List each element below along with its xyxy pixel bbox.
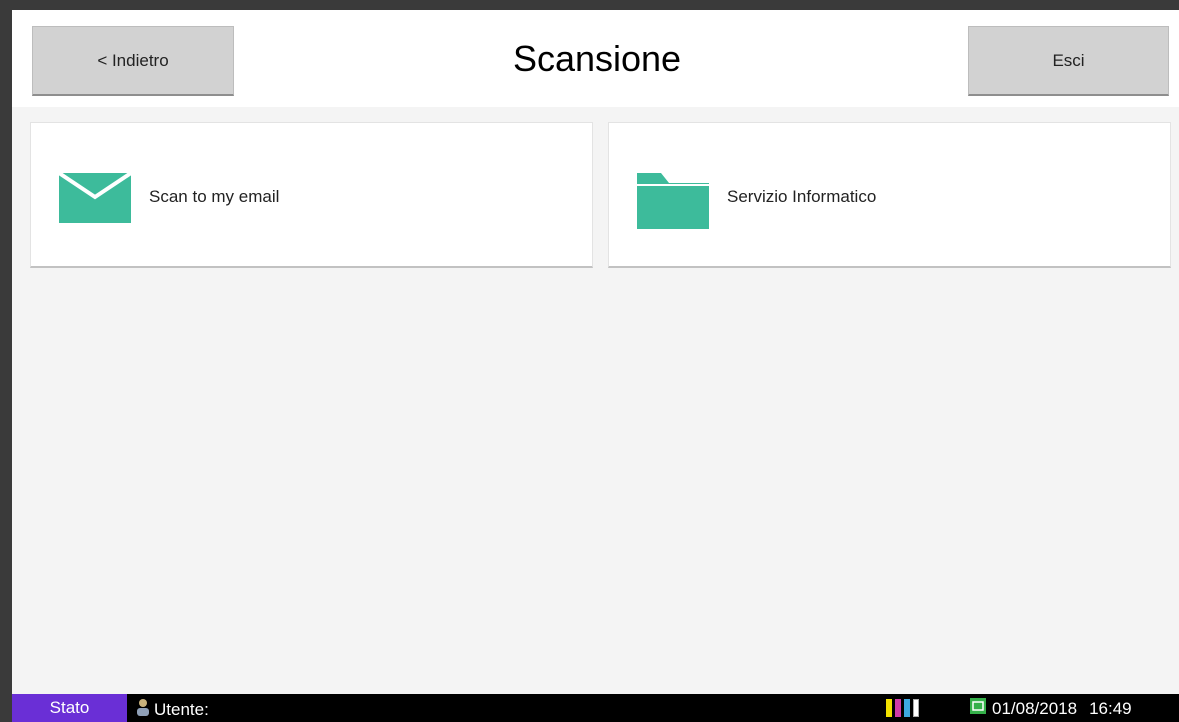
header: < Indietro Scansione Esci (12, 10, 1179, 107)
back-button[interactable]: < Indietro (32, 26, 234, 96)
scan-to-email-tile[interactable]: Scan to my email (30, 122, 593, 268)
stato-button[interactable]: Stato (12, 694, 127, 722)
user-icon (136, 698, 150, 721)
datetime: 01/08/2018 16:49 (970, 698, 1132, 719)
time: 16:49 (1089, 698, 1132, 718)
screen: < Indietro Scansione Esci Scan to my ema… (12, 10, 1179, 694)
servizio-informatico-tile[interactable]: Servizio Informatico (608, 122, 1171, 268)
envelope-icon (57, 171, 133, 228)
device-frame-left (0, 0, 12, 722)
page-title: Scansione (512, 38, 682, 79)
user-label: Utente: (154, 699, 209, 719)
tile-label: Scan to my email (149, 187, 280, 206)
toner-level-icon[interactable] (886, 699, 920, 722)
device-frame-top (0, 0, 1179, 10)
user-info: Utente: (136, 698, 215, 721)
device-status-icon (970, 698, 986, 719)
exit-button[interactable]: Esci (968, 26, 1169, 96)
folder-icon (637, 173, 709, 234)
status-bar: Stato Utente: 01/08/2018 16:49 (12, 694, 1179, 722)
date: 01/08/2018 (992, 698, 1078, 718)
tile-label: Servizio Informatico (727, 187, 877, 206)
